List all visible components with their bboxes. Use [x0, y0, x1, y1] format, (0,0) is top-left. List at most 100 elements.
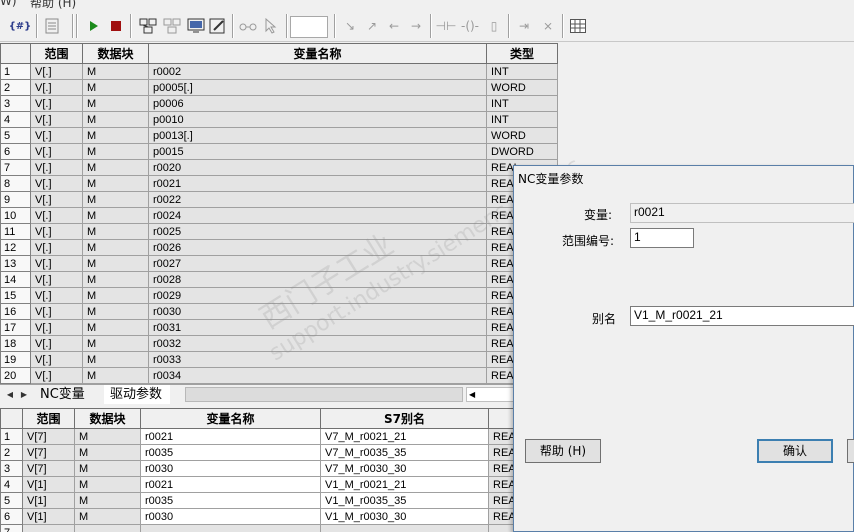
pointer-icon[interactable] [262, 16, 282, 36]
column-header[interactable]: 范围 [30, 43, 83, 64]
table-cell[interactable]: V[.] [30, 127, 83, 144]
table-row[interactable]: 7 V[.] Mr0020 REAL [0, 159, 558, 176]
table-cell[interactable]: M [74, 492, 141, 509]
table-cell[interactable]: V[7] [22, 428, 75, 445]
table-cell[interactable]: M [82, 191, 149, 208]
table-cell[interactable]: V7_M_r0035_35 [320, 444, 489, 461]
coil-icon[interactable]: -()- [460, 16, 480, 36]
row-number[interactable]: 3 [0, 460, 23, 477]
table-cell[interactable]: V[1] [22, 492, 75, 509]
table-cell[interactable]: V[.] [30, 207, 83, 224]
column-header[interactable]: 数据块 [82, 43, 149, 64]
table-cell[interactable]: r0027 [148, 255, 487, 272]
row-number[interactable]: 14 [0, 271, 31, 288]
table-row[interactable]: 1 V[7] Mr0021 V7_M_r0021_21 REAL [0, 428, 558, 445]
table-cell[interactable]: r0002 [148, 63, 487, 80]
table-cell[interactable]: r0030 [140, 508, 321, 525]
table-row[interactable]: 7 [0, 524, 558, 532]
table-row[interactable]: 5 V[.] Mp0013[.] WORD [0, 127, 558, 144]
table-cell[interactable]: M [82, 63, 149, 80]
row-number[interactable]: 6 [0, 143, 31, 160]
row-number[interactable]: 8 [0, 175, 31, 192]
table-row[interactable]: 1 V[.] Mr0002 INT [0, 63, 558, 80]
table-cell[interactable]: M [82, 127, 149, 144]
row-number[interactable]: 6 [0, 508, 23, 525]
row-number[interactable]: 9 [0, 191, 31, 208]
table-cell[interactable]: M [82, 351, 149, 368]
table-row[interactable]: 9 V[.] Mr0022 REAL [0, 191, 558, 208]
row-number[interactable]: 12 [0, 239, 31, 256]
edit-icon[interactable] [208, 16, 228, 36]
row-number[interactable]: 5 [0, 492, 23, 509]
menu-item-window[interactable]: W) [0, 0, 17, 8]
table-cell[interactable]: V[.] [30, 79, 83, 96]
column-header[interactable] [0, 408, 23, 429]
row-number[interactable]: 18 [0, 335, 31, 352]
table-cell[interactable]: r0022 [148, 191, 487, 208]
table-cell[interactable] [320, 524, 489, 532]
table-cell[interactable]: M [74, 428, 141, 445]
row-number[interactable]: 1 [0, 428, 23, 445]
row-number[interactable]: 4 [0, 476, 23, 493]
toolbar-value-field[interactable] [290, 16, 328, 38]
table-cell[interactable]: V[.] [30, 271, 83, 288]
horizontal-scrollbar-track[interactable] [185, 387, 463, 402]
table-cell[interactable]: V[.] [30, 175, 83, 192]
table-cell[interactable]: M [82, 287, 149, 304]
table-cell[interactable]: M [82, 79, 149, 96]
table-cell[interactable]: V[.] [30, 159, 83, 176]
row-number[interactable]: 13 [0, 255, 31, 272]
table-cell[interactable]: V[.] [30, 191, 83, 208]
table-cell[interactable]: V1_M_r0030_30 [320, 508, 489, 525]
table-row[interactable]: 18 V[.] Mr0032 REAL [0, 335, 558, 352]
table-cell[interactable]: V[.] [30, 63, 83, 80]
row-number[interactable]: 16 [0, 303, 31, 320]
table-cell[interactable]: INT [486, 63, 558, 80]
table-row[interactable]: 8 V[.] Mr0021 REAL [0, 175, 558, 192]
table-cell[interactable]: M [82, 159, 149, 176]
table-cell[interactable]: WORD [486, 79, 558, 96]
table-cell[interactable]: M [74, 460, 141, 477]
table-cell[interactable]: r0028 [148, 271, 487, 288]
table-cell[interactable]: V[7] [22, 444, 75, 461]
table-row[interactable]: 14 V[.] Mr0028 REAL [0, 271, 558, 288]
column-header[interactable]: 变量名称 [140, 408, 321, 429]
arrow-right-icon[interactable]: → [406, 16, 426, 36]
menu-item-help[interactable]: 帮助 (H) [30, 0, 76, 10]
table-row[interactable]: 2 V[.] Mp0005[.] WORD [0, 79, 558, 96]
table-cell[interactable]: r0032 [148, 335, 487, 352]
table-row[interactable]: 11 V[.] Mr0025 REAL [0, 223, 558, 240]
help-button[interactable]: 帮助 (H) [525, 439, 601, 463]
table-row[interactable]: 3 V[7] Mr0030 V7_M_r0030_30 REAL [0, 460, 558, 477]
row-number[interactable]: 7 [0, 524, 23, 532]
row-number[interactable]: 20 [0, 367, 31, 384]
table-row[interactable]: 3 V[.] Mp0006 INT [0, 95, 558, 112]
table-cell[interactable]: M [82, 207, 149, 224]
table-cell[interactable]: r0030 [140, 460, 321, 477]
table-cell[interactable]: V[.] [30, 303, 83, 320]
table-row[interactable]: 13 V[.] Mr0027 REAL [0, 255, 558, 272]
cancel-button[interactable] [847, 439, 854, 463]
table-cell[interactable]: M [82, 255, 149, 272]
row-number[interactable]: 15 [0, 287, 31, 304]
box-icon[interactable]: ▯ [484, 16, 504, 36]
table-row[interactable]: 19 V[.] Mr0033 REAL [0, 351, 558, 368]
table-cell[interactable]: r0021 [140, 428, 321, 445]
tab-drive-parameters[interactable]: 驱动参数 [104, 385, 171, 404]
table-row[interactable]: 4 V[.] Mp0010 INT [0, 111, 558, 128]
table-cell[interactable]: M [74, 476, 141, 493]
network-icon[interactable] [138, 16, 158, 36]
table-cell[interactable]: M [82, 175, 149, 192]
table-cell[interactable]: M [82, 111, 149, 128]
ok-button[interactable]: 确认 [757, 439, 833, 463]
table-cell[interactable]: M [82, 335, 149, 352]
table-cell[interactable]: M [82, 95, 149, 112]
document-icon[interactable] [42, 16, 62, 36]
monitor-icon[interactable] [186, 16, 206, 36]
column-header[interactable]: 变量名称 [148, 43, 487, 64]
stop-icon[interactable] [106, 16, 126, 36]
branch-down-icon[interactable]: ↘ [340, 16, 360, 36]
row-number[interactable]: 10 [0, 207, 31, 224]
table-cell[interactable]: M [82, 239, 149, 256]
table-cell[interactable]: INT [486, 95, 558, 112]
